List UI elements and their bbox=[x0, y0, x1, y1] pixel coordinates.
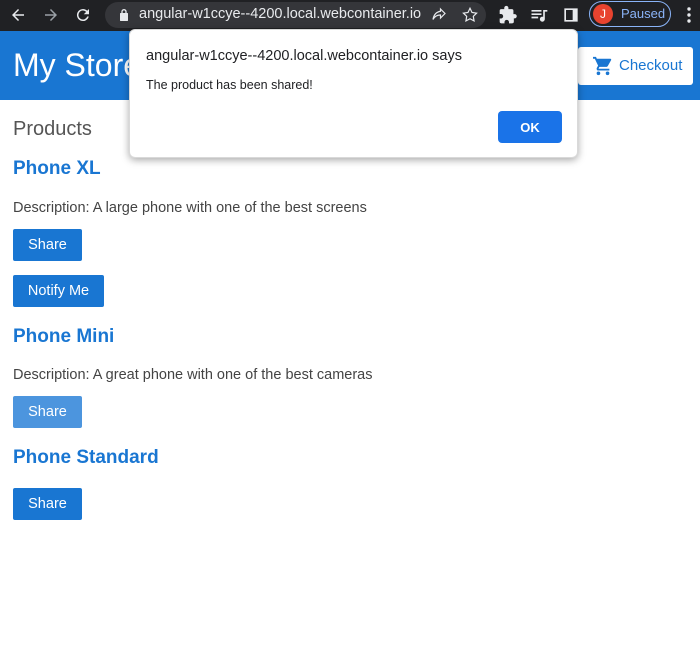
ok-button[interactable]: OK bbox=[498, 111, 562, 143]
browser-toolbar: angular-w1ccye--4200.local.webcontainer.… bbox=[0, 0, 700, 31]
page-title: Products bbox=[13, 118, 92, 140]
share-button[interactable]: Share bbox=[13, 396, 82, 428]
url-text[interactable]: angular-w1ccye--4200.local.webcontainer.… bbox=[139, 6, 421, 22]
share-button[interactable]: Share bbox=[13, 229, 82, 261]
shopping-cart-icon bbox=[593, 56, 612, 76]
dialog-message: The product has been shared! bbox=[146, 78, 313, 92]
share-button[interactable]: Share bbox=[13, 488, 82, 520]
forward-arrow-icon[interactable] bbox=[39, 4, 63, 26]
side-panel-icon[interactable] bbox=[561, 5, 581, 25]
alert-dialog: angular-w1ccye--4200.local.webcontainer.… bbox=[129, 29, 578, 158]
product-description: Description: A great phone with one of t… bbox=[13, 367, 373, 383]
product-description: Description: A large phone with one of t… bbox=[13, 200, 367, 216]
lock-icon[interactable] bbox=[116, 7, 132, 23]
product-name-link[interactable]: Phone XL bbox=[13, 158, 101, 180]
notify-me-button[interactable]: Notify Me bbox=[13, 275, 104, 307]
star-icon[interactable] bbox=[461, 6, 479, 24]
profile-button[interactable]: J Paused bbox=[589, 1, 671, 27]
checkout-button[interactable]: Checkout bbox=[578, 47, 693, 85]
store-title[interactable]: My Store bbox=[13, 47, 141, 84]
product-name-link[interactable]: Phone Mini bbox=[13, 326, 114, 348]
checkout-label: Checkout bbox=[619, 57, 683, 74]
dialog-title: angular-w1ccye--4200.local.webcontainer.… bbox=[146, 48, 462, 64]
product-name-link[interactable]: Phone Standard bbox=[13, 447, 159, 469]
extensions-icon[interactable] bbox=[498, 5, 518, 25]
share-icon[interactable] bbox=[430, 6, 448, 24]
media-icon[interactable] bbox=[529, 5, 549, 25]
address-bar[interactable]: angular-w1ccye--4200.local.webcontainer.… bbox=[105, 2, 486, 28]
reload-icon[interactable] bbox=[71, 4, 95, 26]
profile-status: Paused bbox=[621, 6, 666, 21]
avatar: J bbox=[593, 4, 613, 24]
back-arrow-icon[interactable] bbox=[6, 4, 30, 26]
more-menu-icon[interactable] bbox=[683, 6, 695, 24]
